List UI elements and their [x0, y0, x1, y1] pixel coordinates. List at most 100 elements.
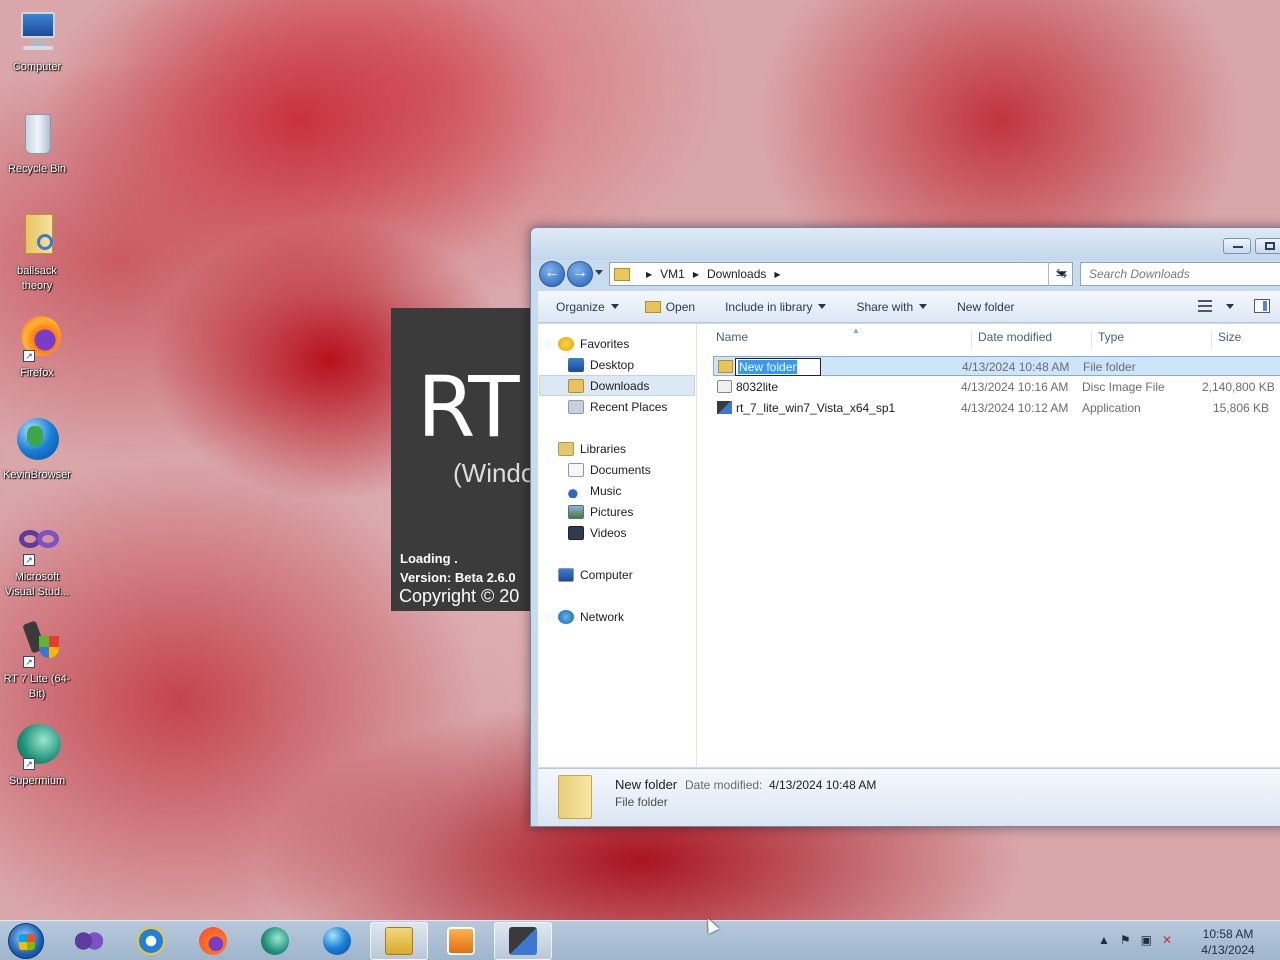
nav-label: Downloads	[590, 378, 650, 393]
refresh-button[interactable]: ⇆	[1048, 262, 1074, 286]
file-row-8032lite[interactable]: 8032lite 4/13/2024 10:16 AM Disc Image F…	[713, 377, 1280, 397]
rename-text: New folder	[738, 360, 798, 374]
application-icon	[717, 401, 732, 414]
desktop-icon-computer[interactable]: Computer	[2, 8, 72, 75]
taskbar-internet-explorer[interactable]	[122, 922, 180, 960]
nav-label: Network	[580, 609, 625, 624]
organize-button[interactable]: Organize	[538, 300, 631, 314]
nav-label: Documents	[590, 462, 651, 477]
nav-label: Computer	[580, 567, 633, 582]
taskbar-kevinbrowser[interactable]	[308, 922, 366, 960]
file-date: 4/13/2024 10:12 AM	[961, 401, 1069, 415]
desktop-icon-supermium[interactable]: ↗ Supermium	[2, 722, 72, 789]
breadcrumb-separator-icon[interactable]: ▶	[693, 270, 699, 279]
nav-computer[interactable]: Computer	[558, 564, 633, 585]
action-center-flag-icon[interactable]: ⚑	[1120, 933, 1131, 947]
clock-time: 10:58 AM	[1202, 927, 1254, 941]
splash-copyright: Copyright © 20	[399, 586, 520, 606]
details-pane: New folder Date modified: 4/13/2024 10:4…	[538, 768, 1280, 826]
search-input[interactable]: Search Downloads	[1080, 262, 1280, 286]
nav-downloads[interactable]: Downloads	[539, 375, 695, 396]
nav-libraries[interactable]: Libraries	[558, 438, 626, 459]
breadcrumb-vm1[interactable]: VM1	[660, 267, 685, 281]
taskbar-supermium[interactable]	[246, 922, 304, 960]
explorer-window[interactable]: ← → ▶ VM1 ▶ Downloads ▶ ⇆ Search Downloa…	[530, 227, 1280, 827]
start-button[interactable]	[8, 923, 44, 959]
rename-textbox[interactable]: New folder	[735, 358, 821, 376]
nav-documents[interactable]: Documents	[568, 459, 651, 480]
desktop-icon-rt7lite[interactable]: ↗ RT 7 Lite (64-Bit)	[2, 620, 72, 702]
nav-pictures[interactable]: Pictures	[568, 501, 633, 522]
share-with-button[interactable]: Share with	[838, 300, 939, 314]
taskbar-rt7lite[interactable]	[494, 922, 552, 960]
internet-explorer-icon	[137, 927, 165, 955]
taskbar-visual-studio[interactable]	[60, 922, 118, 960]
folder-icon	[718, 360, 733, 373]
new-folder-button[interactable]: New folder	[939, 300, 1026, 314]
desktop-icon-kevinbrowser[interactable]: KevinBrowser	[2, 416, 72, 483]
nav-recent-places[interactable]: Recent Places	[568, 396, 667, 417]
shortcut-arrow-icon: ↗	[23, 656, 35, 668]
include-in-library-button[interactable]: Include in library	[707, 300, 838, 314]
breadcrumb-separator-icon[interactable]: ▶	[774, 270, 780, 279]
maximize-button[interactable]	[1255, 238, 1280, 254]
change-view-icon[interactable]	[1198, 300, 1212, 312]
show-hidden-icons-icon[interactable]: ▲	[1098, 933, 1110, 947]
explorer-body: Favorites Desktop Downloads Recent Place…	[538, 324, 1280, 767]
desktop-icon-ballsack-theory[interactable]: ballsack theory	[2, 212, 72, 294]
file-date: 4/13/2024 10:48 AM	[962, 360, 1070, 374]
desktop-icon-firefox[interactable]: ↗ Firefox	[2, 314, 72, 381]
open-button[interactable]: Open	[631, 300, 707, 314]
desktop-icon-recycle-bin[interactable]: Recycle Bin	[2, 110, 72, 177]
title-bar[interactable]	[531, 228, 1280, 260]
nav-favorites[interactable]: Favorites	[558, 333, 629, 354]
media-player-icon	[447, 927, 475, 955]
clock[interactable]: 10:58 AM 4/13/2024	[1190, 926, 1266, 958]
desktop-icon-visual-studio[interactable]: ↗ Microsoft Visual Stud...	[2, 518, 72, 600]
globe-icon	[323, 927, 351, 955]
open-folder-icon	[644, 300, 661, 313]
folder-icon	[614, 267, 630, 281]
computer-icon	[13, 8, 61, 56]
nav-label: Libraries	[580, 441, 627, 456]
network-status-icon[interactable]: ▣	[1141, 933, 1152, 947]
videos-icon	[568, 525, 584, 540]
open-label: Open	[665, 299, 696, 314]
share-label: Share with	[856, 299, 914, 314]
recent-pages-dropdown[interactable]	[595, 270, 603, 275]
details-type: File folder	[615, 795, 668, 809]
breadcrumb-downloads[interactable]: Downloads	[707, 267, 766, 281]
visual-studio-icon	[75, 927, 103, 955]
rt7lite-icon	[509, 927, 537, 955]
star-icon	[558, 336, 574, 351]
folder-icon	[385, 927, 413, 955]
file-row-rt7lite[interactable]: rt_7_lite_win7_Vista_x64_sp1 4/13/2024 1…	[713, 398, 1280, 418]
view-menu-chevron-icon[interactable]	[1226, 303, 1234, 309]
recent-places-icon	[568, 399, 584, 414]
desktop-icon-label: Computer	[12, 61, 62, 73]
nav-desktop[interactable]: Desktop	[568, 354, 634, 375]
nav-music[interactable]: Music	[568, 480, 621, 501]
address-bar[interactable]: ▶ VM1 ▶ Downloads ▶	[609, 262, 1073, 286]
column-label: Date modified	[978, 330, 1053, 344]
breadcrumb-separator-icon[interactable]: ▶	[646, 270, 652, 279]
taskbar-media-player[interactable]	[432, 922, 490, 960]
volume-muted-icon[interactable]: ✕	[1162, 933, 1172, 947]
file-type: Application	[1082, 401, 1141, 415]
taskbar: ▲ ⚑ ▣ ✕ 10:58 AM 4/13/2024	[0, 920, 1280, 960]
nav-label: Recent Places	[590, 399, 668, 414]
column-header-date[interactable]: Date modified	[971, 330, 1091, 350]
back-button[interactable]: ←	[539, 261, 565, 287]
organize-label: Organize	[556, 299, 605, 314]
taskbar-windows-explorer[interactable]	[370, 922, 428, 960]
nav-videos[interactable]: Videos	[568, 522, 626, 543]
nav-network[interactable]: Network	[558, 606, 624, 627]
forward-button[interactable]: →	[567, 261, 593, 287]
column-header-type[interactable]: Type	[1091, 330, 1211, 350]
column-header-name[interactable]: Name ▲	[716, 326, 978, 350]
preview-pane-icon[interactable]	[1254, 299, 1270, 313]
file-row-new-folder[interactable]: New folder 4/13/2024 10:48 AM File folde…	[713, 356, 1280, 376]
column-header-size[interactable]: Size	[1211, 330, 1280, 350]
minimize-button[interactable]	[1223, 238, 1251, 254]
taskbar-firefox[interactable]	[184, 922, 242, 960]
